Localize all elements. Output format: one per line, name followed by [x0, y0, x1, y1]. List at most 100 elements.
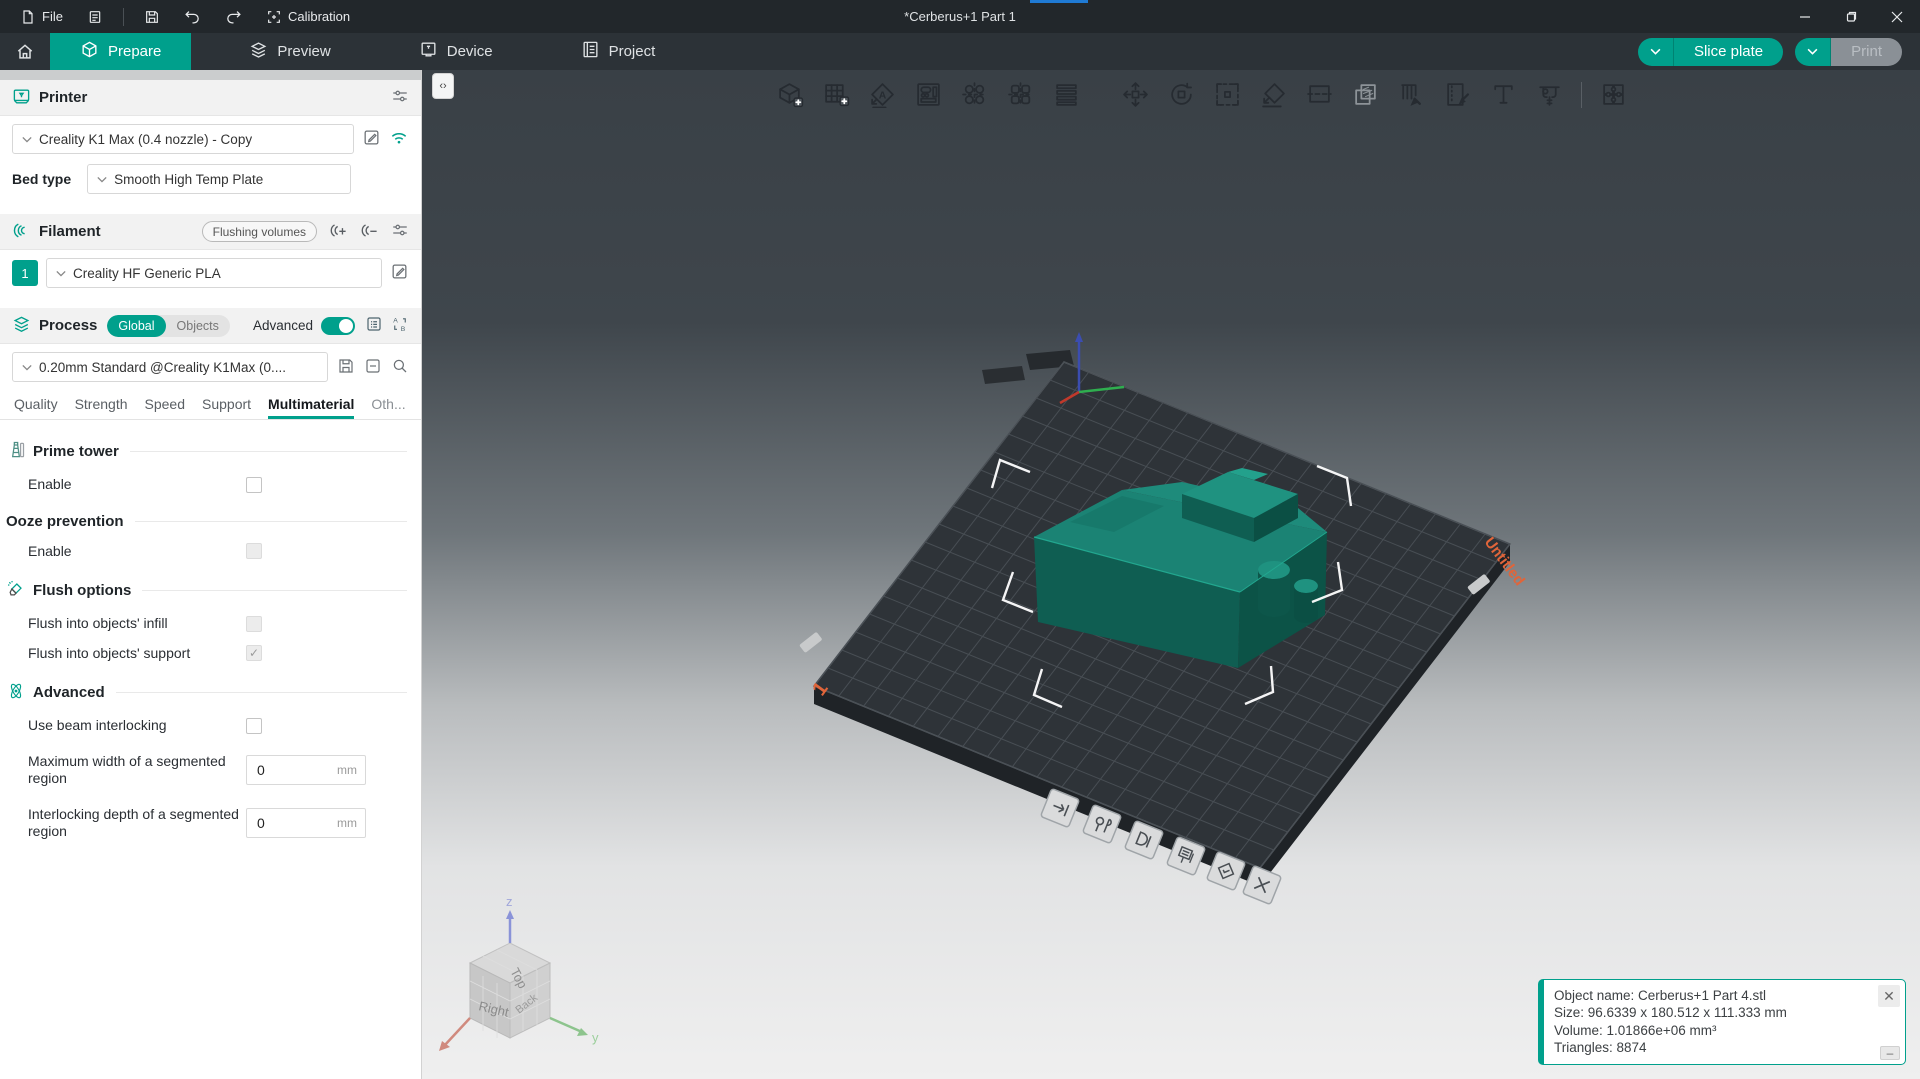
home-button[interactable]: [0, 33, 50, 70]
search-preset-icon[interactable]: [391, 357, 409, 378]
object-list-button[interactable]: [1048, 76, 1085, 113]
save-icon: [144, 9, 160, 25]
edit-printer-icon[interactable]: [362, 128, 381, 150]
edit-filament-icon[interactable]: [390, 262, 409, 284]
process-tab-strip: Quality Strength Speed Support Multimate…: [0, 390, 421, 420]
parameter-table-icon[interactable]: [365, 315, 383, 336]
slice-dropdown-button[interactable]: [1638, 38, 1674, 66]
ooze-enable-checkbox[interactable]: [246, 543, 262, 559]
close-button[interactable]: [1874, 0, 1920, 33]
prime-tower-enable-label: Enable: [28, 476, 246, 494]
minimize-button[interactable]: [1782, 0, 1828, 33]
bed-type-value: Smooth High Temp Plate: [114, 172, 263, 187]
tab-preview[interactable]: Preview: [219, 33, 360, 70]
measure-tool-button[interactable]: [1531, 76, 1568, 113]
print-button[interactable]: Print: [1831, 38, 1902, 66]
prime-tower-title: Prime tower: [33, 443, 119, 460]
remove-filament-icon[interactable]: [360, 221, 379, 243]
file-menu-label: File: [42, 9, 63, 24]
scale-tool-button[interactable]: [1209, 76, 1246, 113]
flush-options-title: Flush options: [33, 582, 131, 599]
interlocking-depth-row: Interlocking depth of a segmented region…: [6, 797, 407, 850]
tab-quality[interactable]: Quality: [14, 396, 58, 419]
delete-preset-icon[interactable]: [364, 357, 382, 378]
move-tool-button[interactable]: [1117, 76, 1154, 113]
filament-settings-icon[interactable]: [391, 221, 409, 242]
tab-strength[interactable]: Strength: [75, 396, 128, 419]
calibration-button[interactable]: Calibration: [256, 0, 360, 33]
slice-plate-button[interactable]: Slice plate: [1674, 38, 1783, 66]
add-model-button[interactable]: [772, 76, 809, 113]
printer-preset-value: Creality K1 Max (0.4 nozzle) - Copy: [39, 132, 252, 147]
info-close-button[interactable]: ✕: [1878, 985, 1900, 1007]
advanced-toggle[interactable]: [321, 317, 355, 335]
flush-support-row: Flush into objects' support ✓: [6, 642, 407, 672]
filament-preset-value: Creality HF Generic PLA: [73, 266, 221, 281]
object-info-panel: Object name: Cerberus+1 Part 4.stl Size:…: [1538, 979, 1906, 1065]
clone-tool-button[interactable]: [1347, 76, 1384, 113]
save-button[interactable]: [134, 0, 170, 33]
split-to-objects-button[interactable]: [956, 76, 993, 113]
file-menu[interactable]: File: [10, 0, 73, 33]
assembly-tool-button[interactable]: [1595, 76, 1632, 113]
support-paint-button[interactable]: [1393, 76, 1430, 113]
panel-collapse-button[interactable]: ‹›: [432, 73, 454, 99]
filament-preset-select[interactable]: Creality HF Generic PLA: [46, 258, 382, 288]
printer-preset-select[interactable]: Creality K1 Max (0.4 nozzle) - Copy: [12, 124, 354, 154]
tab-project[interactable]: Project: [551, 33, 686, 70]
flush-infill-row: Flush into objects' infill: [6, 606, 407, 642]
viewport-3d[interactable]: ‹›: [422, 70, 1920, 1079]
tab-others[interactable]: Oth...: [371, 396, 405, 419]
calibration-label: Calibration: [288, 9, 350, 24]
filament-slot-badge[interactable]: 1: [12, 260, 38, 286]
print-dropdown-button[interactable]: [1795, 38, 1831, 66]
printer-settings-icon[interactable]: [391, 87, 409, 108]
flush-support-checkbox[interactable]: ✓: [246, 645, 262, 661]
add-filament-icon[interactable]: [329, 221, 348, 243]
prime-tower-enable-row: Enable: [6, 467, 407, 503]
tab-device[interactable]: Device: [389, 33, 523, 70]
navigation-cube[interactable]: Top Right Back z y: [439, 894, 599, 1051]
wifi-icon[interactable]: [389, 128, 409, 151]
arrange-button[interactable]: [910, 76, 947, 113]
cut-tool-button[interactable]: [1301, 76, 1338, 113]
lay-on-face-button[interactable]: [1255, 76, 1292, 113]
split-to-parts-button[interactable]: [1002, 76, 1039, 113]
rotate-tool-button[interactable]: [1163, 76, 1200, 113]
undo-button[interactable]: [174, 0, 211, 33]
svg-text:A: A: [393, 318, 398, 325]
app-window: File: [0, 0, 1920, 1079]
save-preset-icon[interactable]: [337, 357, 355, 378]
slice-button-group: Slice plate: [1638, 38, 1783, 66]
info-minimize-button[interactable]: –: [1880, 1046, 1900, 1060]
plate-clip-left: [799, 632, 822, 653]
calibration-icon: [266, 9, 282, 25]
tab-speed[interactable]: Speed: [145, 396, 185, 419]
text-tool-button[interactable]: [1485, 76, 1522, 113]
redo-button[interactable]: [215, 0, 252, 33]
tab-prepare[interactable]: Prepare: [50, 33, 191, 70]
add-plate-button[interactable]: [818, 76, 855, 113]
advanced-section-header: Advanced: [6, 681, 407, 704]
window-title: *Cerberus+1 Part 1: [904, 0, 1016, 33]
process-scope-toggle[interactable]: Global Objects: [107, 315, 230, 337]
seam-paint-button[interactable]: [1439, 76, 1476, 113]
filament-preset-row: 1 Creality HF Generic PLA: [0, 250, 421, 296]
compare-presets-icon[interactable]: AB: [391, 315, 409, 336]
svg-text:A: A: [879, 91, 887, 102]
auto-orient-button[interactable]: A: [864, 76, 901, 113]
bed-type-select[interactable]: Smooth High Temp Plate: [87, 164, 351, 194]
tab-multimaterial[interactable]: Multimaterial: [268, 396, 354, 419]
maximize-button[interactable]: [1828, 0, 1874, 33]
tab-support[interactable]: Support: [202, 396, 251, 419]
process-preset-select[interactable]: 0.20mm Standard @Creality K1Max (0....: [12, 352, 328, 382]
recent-files-button[interactable]: [77, 0, 113, 33]
flushing-volumes-button[interactable]: Flushing volumes: [202, 221, 317, 242]
interlocking-depth-input[interactable]: 0 mm: [246, 808, 366, 838]
print-button-group: Print: [1795, 38, 1902, 66]
advanced-toggle-label: Advanced: [253, 318, 313, 333]
prime-tower-enable-checkbox[interactable]: [246, 477, 262, 493]
flush-infill-checkbox[interactable]: [246, 616, 262, 632]
beam-interlocking-checkbox[interactable]: [246, 718, 262, 734]
max-width-input[interactable]: 0 mm: [246, 755, 366, 785]
